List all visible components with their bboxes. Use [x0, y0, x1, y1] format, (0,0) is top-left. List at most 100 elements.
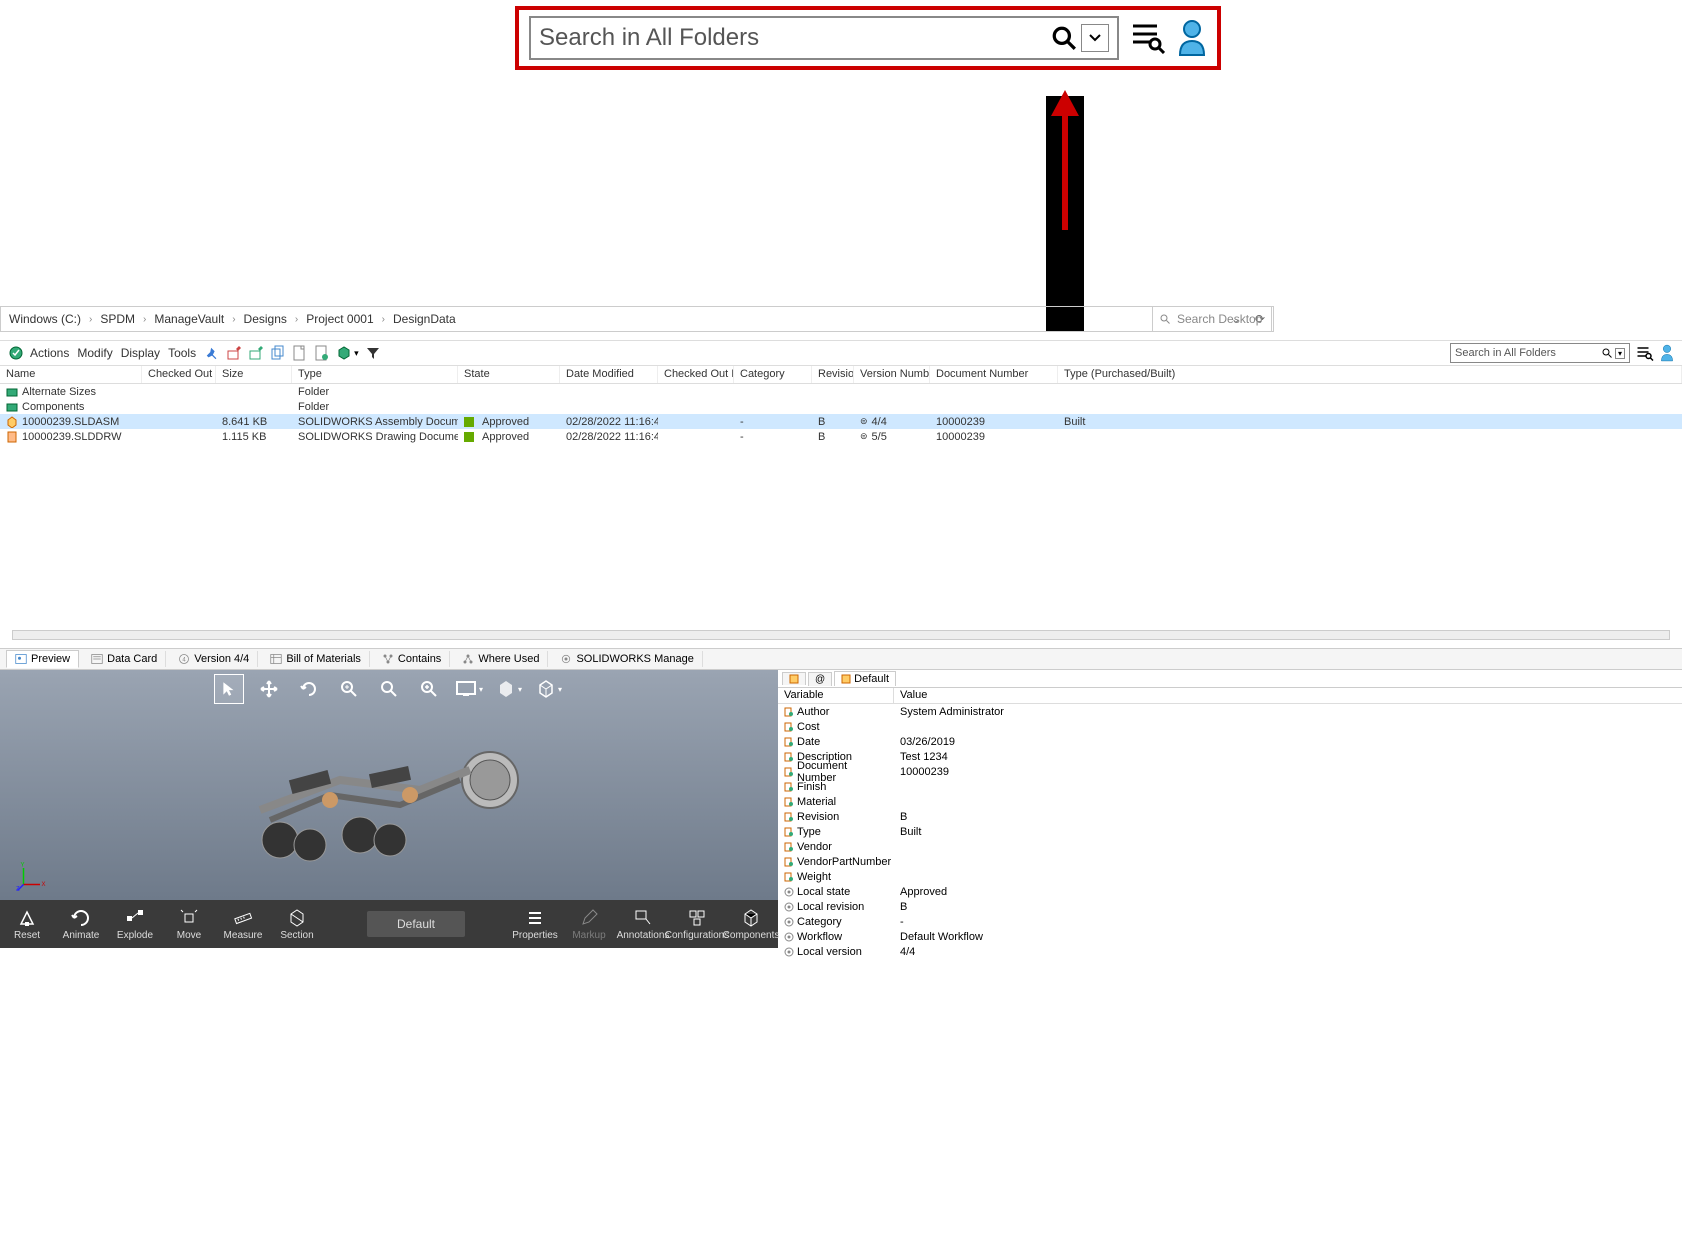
properties-button[interactable]: Properties: [508, 900, 562, 948]
table-row[interactable]: Alternate SizesFolder: [0, 384, 1682, 399]
col-version-number[interactable]: Version Number: [854, 366, 930, 383]
config-pill[interactable]: Default: [367, 911, 465, 937]
tab-contains[interactable]: Contains: [374, 651, 450, 667]
property-row[interactable]: Cost: [778, 719, 1682, 734]
tab-bom[interactable]: Bill of Materials: [262, 651, 370, 667]
search-dropdown-icon[interactable]: ▾: [1615, 348, 1625, 359]
breadcrumb-item[interactable]: Designs: [244, 312, 287, 326]
property-row[interactable]: Category-: [778, 914, 1682, 929]
horizontal-scrollbar[interactable]: [12, 630, 1670, 640]
property-row[interactable]: VendorPartNumber: [778, 854, 1682, 869]
pointer-tool[interactable]: [214, 674, 244, 704]
breadcrumb-item[interactable]: Windows (C:): [9, 312, 81, 326]
property-row[interactable]: AuthorSystem Administrator: [778, 704, 1682, 719]
pan-tool[interactable]: [254, 674, 284, 704]
col-checked-out-by[interactable]: Checked Out By: [142, 366, 216, 383]
table-row[interactable]: ComponentsFolder: [0, 399, 1682, 414]
tab-version[interactable]: 4Version 4/4: [170, 651, 258, 667]
col-size[interactable]: Size: [216, 366, 292, 383]
property-row[interactable]: Local stateApproved: [778, 884, 1682, 899]
display-mode-tool[interactable]: ▾: [454, 674, 484, 704]
top-search-box[interactable]: Search in All Folders: [529, 16, 1119, 60]
components-button[interactable]: Components: [724, 900, 778, 948]
vault-icon[interactable]: [8, 345, 24, 361]
reset-button[interactable]: Reset: [0, 900, 54, 948]
zoom-in-tool[interactable]: [414, 674, 444, 704]
document-icon[interactable]: [292, 345, 308, 361]
property-row[interactable]: Local revisionB: [778, 899, 1682, 914]
property-row[interactable]: WorkflowDefault Workflow: [778, 929, 1682, 944]
col-checked-out-in[interactable]: Checked Out In: [658, 366, 734, 383]
configurations-button[interactable]: Configurations: [670, 900, 724, 948]
advanced-search-icon[interactable]: [1131, 22, 1165, 54]
search-dropdown-button[interactable]: [1081, 24, 1109, 52]
actions-menu[interactable]: Actions: [30, 346, 69, 360]
col-type[interactable]: Type: [292, 366, 458, 383]
breadcrumb-item[interactable]: Project 0001: [306, 312, 373, 326]
col-state[interactable]: State: [458, 366, 560, 383]
tab-data-card[interactable]: Data Card: [83, 651, 166, 667]
section-button[interactable]: Section: [270, 900, 324, 948]
property-row[interactable]: DescriptionTest 1234: [778, 749, 1682, 764]
toolbar-search-input[interactable]: Search in All Folders ▾: [1450, 343, 1630, 363]
property-row[interactable]: Weight: [778, 869, 1682, 884]
zoom-area-tool[interactable]: [334, 674, 364, 704]
table-row[interactable]: 10000239.SLDASM8.641 KBSOLIDWORKS Assemb…: [0, 414, 1682, 429]
property-row[interactable]: Date03/26/2019: [778, 734, 1682, 749]
advanced-search-icon[interactable]: [1636, 345, 1654, 361]
rotate-tool[interactable]: [294, 674, 324, 704]
breadcrumb-item[interactable]: ManageVault: [154, 312, 224, 326]
markup-button[interactable]: Markup: [562, 900, 616, 948]
render-mode-tool[interactable]: ▾: [494, 674, 524, 704]
col-type-purchased-built[interactable]: Type (Purchased/Built): [1058, 366, 1682, 383]
props-col-variable[interactable]: Variable: [778, 688, 894, 703]
search-icon[interactable]: [1051, 25, 1077, 51]
animate-button[interactable]: Animate: [54, 900, 108, 948]
col-document-number[interactable]: Document Number: [930, 366, 1058, 383]
property-row[interactable]: Document Number10000239: [778, 764, 1682, 779]
props-tab-default[interactable]: Default: [834, 671, 896, 686]
checkin-icon[interactable]: [248, 345, 264, 361]
props-tab-bom[interactable]: [782, 672, 806, 685]
move-button[interactable]: Move: [162, 900, 216, 948]
col-revision[interactable]: Revision: [812, 366, 854, 383]
col-date-modified[interactable]: Date Modified: [560, 366, 658, 383]
property-row[interactable]: Material: [778, 794, 1682, 809]
view-mode-tool[interactable]: ▾: [534, 674, 564, 704]
tab-where-used[interactable]: Where Used: [454, 651, 548, 667]
dropdown-caret[interactable]: ▾: [354, 348, 359, 359]
document-add-icon[interactable]: [314, 345, 330, 361]
zoom-fit-tool[interactable]: [374, 674, 404, 704]
annotations-button[interactable]: Annotations: [616, 900, 670, 948]
tab-manage[interactable]: SOLIDWORKS Manage: [552, 651, 702, 667]
explode-button[interactable]: Explode: [108, 900, 162, 948]
display-menu[interactable]: Display: [121, 346, 160, 360]
search-icon[interactable]: [1601, 347, 1613, 359]
checkout-icon[interactable]: [226, 345, 242, 361]
breadcrumb[interactable]: Windows (C:)› SPDM› ManageVault› Designs…: [0, 306, 1274, 332]
table-row[interactable]: 10000239.SLDDRW1.115 KBSOLIDWORKS Drawin…: [0, 429, 1682, 444]
modify-menu[interactable]: Modify: [77, 346, 112, 360]
box-icon[interactable]: [336, 345, 352, 361]
props-col-value[interactable]: Value: [894, 688, 1682, 703]
measure-button[interactable]: Measure: [216, 900, 270, 948]
pin-icon[interactable]: [204, 345, 220, 361]
breadcrumb-item[interactable]: DesignData: [393, 312, 456, 326]
col-name[interactable]: Name: [0, 366, 142, 383]
property-row[interactable]: Finish: [778, 779, 1682, 794]
property-row[interactable]: Vendor: [778, 839, 1682, 854]
copy-icon[interactable]: [270, 345, 286, 361]
tab-preview[interactable]: Preview: [6, 650, 79, 668]
property-row[interactable]: TypeBuilt: [778, 824, 1682, 839]
user-icon[interactable]: [1177, 19, 1207, 57]
property-row[interactable]: RevisionB: [778, 809, 1682, 824]
col-category[interactable]: Category: [734, 366, 812, 383]
tools-menu[interactable]: Tools: [168, 346, 196, 360]
props-tab-at[interactable]: @: [808, 672, 832, 686]
property-row[interactable]: Local version4/4: [778, 944, 1682, 959]
filter-icon[interactable]: [365, 345, 381, 361]
breadcrumb-item[interactable]: SPDM: [100, 312, 135, 326]
search-desktop-box[interactable]: Search Desktop: [1152, 306, 1272, 332]
model-preview[interactable]: [220, 720, 540, 870]
user-icon[interactable]: [1660, 344, 1674, 362]
